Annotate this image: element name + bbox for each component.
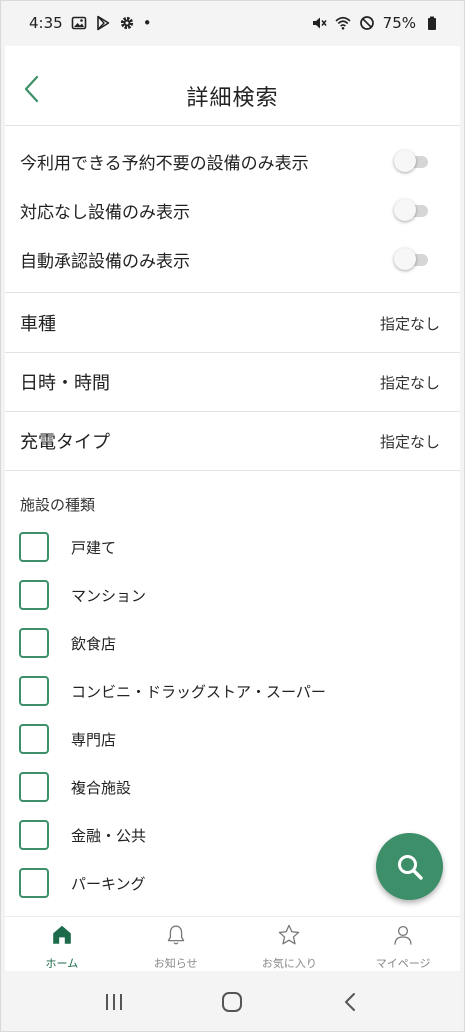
screenshot-frame bbox=[0, 0, 465, 1032]
